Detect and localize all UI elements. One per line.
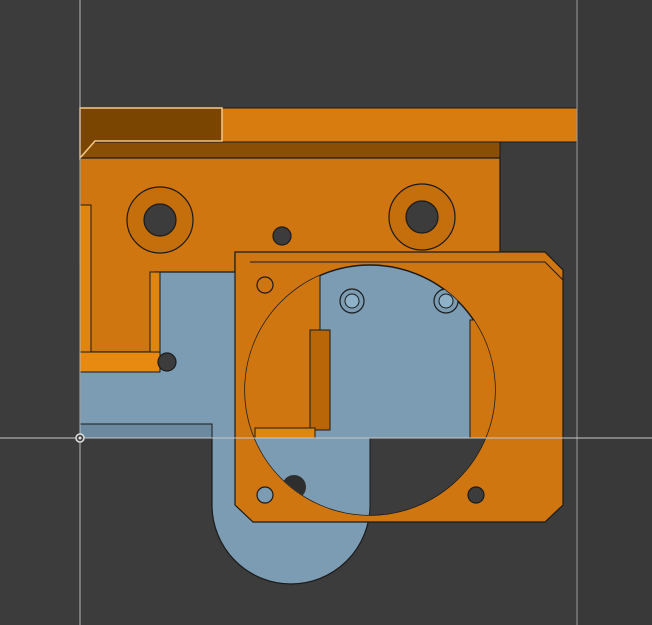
screw-hole <box>272 226 292 246</box>
screw-hole <box>157 352 177 372</box>
viewport-background-right <box>578 0 652 625</box>
mount-hole <box>256 276 274 294</box>
ledge <box>79 351 161 373</box>
model-canvas[interactable] <box>0 0 652 625</box>
mount-hole <box>256 486 274 504</box>
origin-point-icon[interactable] <box>75 433 85 443</box>
mount-hole <box>467 486 485 504</box>
cad-viewport[interactable] <box>0 0 652 625</box>
